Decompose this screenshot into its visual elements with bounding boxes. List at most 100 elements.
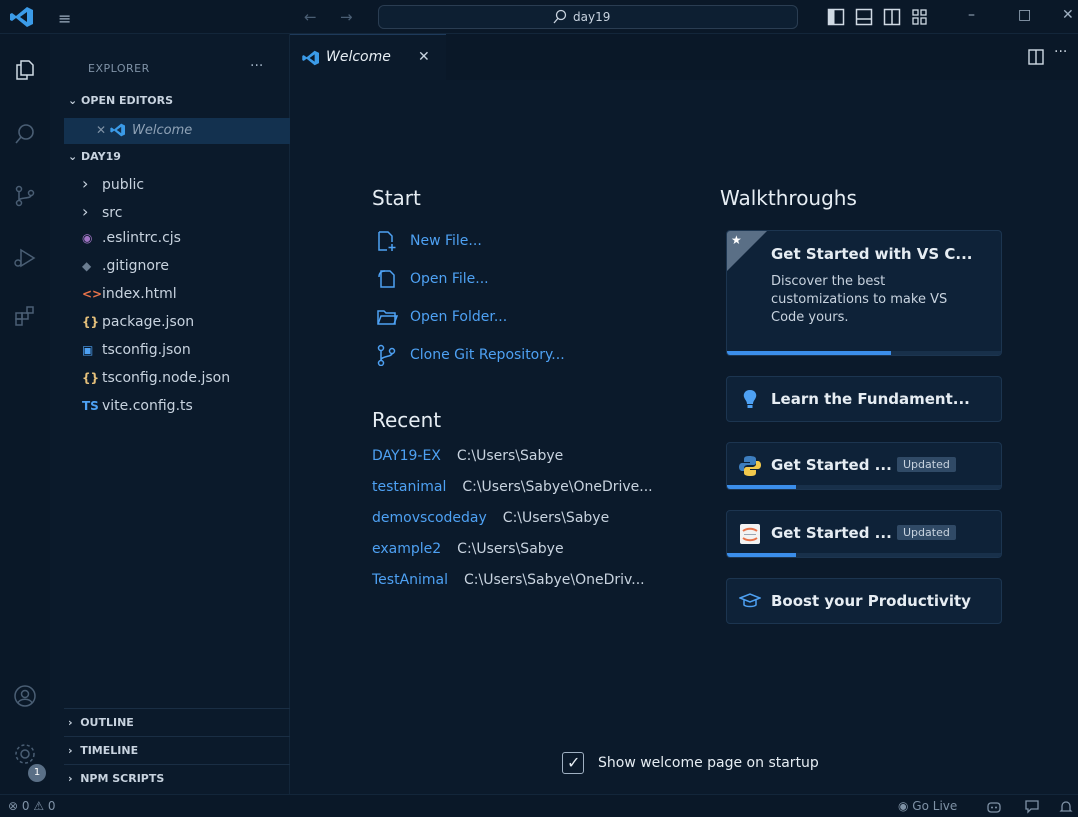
- menu-icon[interactable]: ≡: [58, 9, 71, 28]
- html-icon: <>: [82, 287, 103, 301]
- title-bar: ≡ ← → day19 – □ ✕: [0, 0, 1078, 34]
- file-row[interactable]: ◉ .eslintrc.cjs: [82, 230, 282, 254]
- search-icon: [553, 9, 567, 24]
- vscode-icon: [302, 50, 319, 66]
- recent-project-path: C:\Users\Sabye\OneDrive...: [462, 479, 653, 495]
- timeline-label: TIMELINE: [80, 744, 139, 757]
- recent-project-path: C:\Users\Sabye: [502, 510, 610, 526]
- tab-more-actions-button[interactable]: ···: [1054, 44, 1067, 60]
- tree-item-label: tsconfig.json: [102, 342, 191, 358]
- maximize-button[interactable]: □: [1018, 7, 1031, 23]
- folder-row[interactable]: › src: [82, 202, 282, 226]
- forward-arrow-icon[interactable]: →: [340, 8, 353, 26]
- account-icon[interactable]: [13, 684, 37, 708]
- show-on-startup-checkbox[interactable]: ✓: [562, 752, 584, 774]
- copilot-icon[interactable]: [986, 799, 1002, 815]
- recent-project-name[interactable]: example2: [372, 541, 441, 557]
- command-center-search[interactable]: day19: [378, 5, 798, 29]
- chevron-down-icon: ⌄: [68, 150, 82, 163]
- json-icon: {}: [82, 371, 100, 385]
- back-arrow-icon[interactable]: ←: [304, 8, 317, 26]
- file-row[interactable]: ◆ .gitignore: [82, 258, 282, 282]
- file-row[interactable]: {} package.json: [82, 314, 282, 338]
- recent-project-name[interactable]: demovscodeday: [372, 510, 487, 526]
- customize-layout-icon[interactable]: [911, 8, 929, 26]
- walkthrough-card-boost-productivity[interactable]: Boost your Productivity: [726, 578, 1002, 624]
- recent-item[interactable]: TestAnimal C:\Users\Sabye\OneDriv...: [372, 572, 712, 594]
- walkthrough-card-jupyter[interactable]: Get Started ... Updated: [726, 510, 1002, 558]
- go-live-button[interactable]: ◉ Go Live: [898, 799, 957, 813]
- recent-item[interactable]: DAY19-EX C:\Users\Sabye: [372, 448, 712, 470]
- npm-scripts-label: NPM SCRIPTS: [80, 772, 165, 785]
- outline-section-header[interactable]: › OUTLINE: [68, 716, 134, 729]
- updated-badge: Updated: [897, 525, 956, 540]
- file-row[interactable]: <>index.html: [82, 286, 282, 310]
- tree-item-label: index.html: [102, 286, 177, 302]
- close-window-button[interactable]: ✕: [1062, 7, 1074, 23]
- walkthrough-card-get-started-vscode[interactable]: ★ Get Started with VS C... Discover the …: [726, 230, 1002, 356]
- show-on-startup[interactable]: ✓ Show welcome page on startup: [562, 752, 882, 776]
- explorer-more-button[interactable]: ···: [250, 58, 263, 74]
- open-editors-header[interactable]: ⌄ OPEN EDITORS: [68, 94, 173, 107]
- tree-item-label: vite.config.ts: [102, 398, 193, 414]
- feedback-icon[interactable]: [1024, 799, 1040, 815]
- new-file-link[interactable]: New File...: [376, 230, 636, 254]
- mortarboard-icon: [739, 593, 761, 608]
- run-debug-icon[interactable]: [13, 246, 37, 270]
- explorer-sidebar: EXPLORER ··· ⌄ OPEN EDITORS ✕ Welcome ⌄ …: [50, 34, 290, 794]
- recent-project-path: C:\Users\Sabye: [457, 541, 564, 557]
- toggle-primary-sidebar-icon[interactable]: [827, 8, 845, 26]
- open-folder-link[interactable]: Open Folder...: [376, 306, 636, 330]
- timeline-section-header[interactable]: › TIMELINE: [68, 744, 138, 757]
- tree-item-label: tsconfig.node.json: [102, 370, 231, 386]
- tree-item-label: src: [102, 205, 123, 221]
- file-row[interactable]: {} tsconfig.node.json: [82, 370, 282, 394]
- walkthrough-card-python[interactable]: Get Started ... Updated: [726, 442, 1002, 490]
- npm-scripts-section-header[interactable]: › NPM SCRIPTS: [68, 772, 164, 785]
- jupyter-icon: [740, 524, 760, 544]
- open-folder-icon: [377, 310, 398, 325]
- status-bar: ⊗ 0 ⚠ 0 ◉ Go Live: [0, 794, 1078, 817]
- recent-project-name[interactable]: testanimal: [372, 479, 446, 495]
- open-editor-label: Welcome: [132, 123, 193, 138]
- file-row[interactable]: ▣ tsconfig.json: [82, 342, 282, 366]
- open-file-icon: [378, 270, 395, 288]
- walkthrough-progress: [727, 553, 796, 557]
- chevron-right-icon: ›: [68, 772, 81, 785]
- source-control-icon[interactable]: [13, 184, 37, 208]
- recent-project-name[interactable]: DAY19-EX: [372, 448, 441, 464]
- vscode-logo-icon: [10, 7, 33, 27]
- chevron-right-icon: ›: [68, 716, 81, 729]
- notifications-bell-icon[interactable]: [1058, 799, 1074, 815]
- split-editor-icon[interactable]: [1028, 49, 1044, 65]
- project-folder-header[interactable]: ⌄ DAY19: [68, 150, 121, 163]
- toggle-panel-icon[interactable]: [855, 8, 873, 26]
- walkthrough-progress: [727, 351, 892, 355]
- toggle-secondary-sidebar-icon[interactable]: [883, 8, 901, 26]
- extensions-icon[interactable]: [13, 304, 37, 328]
- tab-welcome[interactable]: Welcome ✕: [290, 34, 446, 80]
- recent-project-name[interactable]: TestAnimal: [372, 572, 448, 588]
- tree-item-label: package.json: [102, 314, 195, 330]
- tab-close-button[interactable]: ✕: [418, 49, 430, 65]
- go-live-label: Go Live: [912, 799, 958, 813]
- recent-item[interactable]: testanimal C:\Users\Sabye\OneDrive...: [372, 479, 712, 501]
- search-icon[interactable]: [13, 122, 37, 146]
- problems-indicator[interactable]: ⊗ 0 ⚠ 0: [8, 799, 56, 813]
- chevron-right-icon: ›: [82, 202, 89, 221]
- explorer-icon[interactable]: [13, 58, 37, 82]
- recent-item[interactable]: example2 C:\Users\Sabye: [372, 541, 712, 563]
- python-icon: [739, 456, 761, 476]
- clone-git-repository-link[interactable]: Clone Git Repository...: [376, 344, 636, 368]
- activity-bar: 1: [0, 34, 50, 794]
- clone-git-repository-label: Clone Git Repository...: [410, 347, 565, 363]
- open-editor-item-welcome[interactable]: ✕ Welcome: [64, 118, 290, 144]
- walkthrough-card-learn-fundamentals[interactable]: Learn the Fundament...: [726, 376, 1002, 422]
- open-file-link[interactable]: Open File...: [376, 268, 636, 292]
- settings-gear-icon[interactable]: [13, 742, 37, 766]
- minimize-button[interactable]: –: [968, 7, 975, 23]
- file-row[interactable]: TS vite.config.ts: [82, 398, 282, 422]
- recent-item[interactable]: demovscodeday C:\Users\Sabye: [372, 510, 712, 532]
- close-icon[interactable]: ✕: [96, 123, 106, 137]
- folder-row[interactable]: › public: [82, 174, 282, 198]
